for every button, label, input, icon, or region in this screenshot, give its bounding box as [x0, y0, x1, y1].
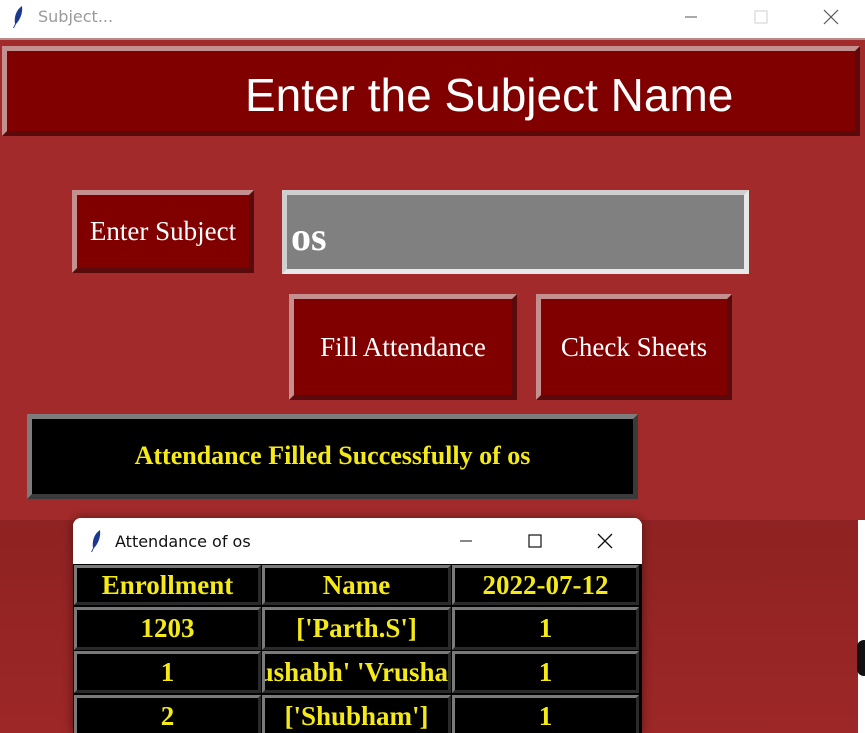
attendance-table: Enrollment Name 2022-07-12 1203 ['Parth.… [73, 564, 642, 733]
attendance-window-title: Attendance of os [115, 532, 251, 551]
subject-input[interactable]: os [282, 190, 749, 274]
column-header-enrollment: Enrollment [74, 565, 261, 605]
enter-subject-label: Enter Subject [72, 190, 254, 273]
feather-icon [12, 5, 23, 28]
status-message: Attendance Filled Successfully of os [134, 441, 531, 470]
attendance-title-bar[interactable]: Attendance of os [73, 518, 642, 564]
feather-icon [90, 529, 101, 552]
main-window: Enter the Subject Name Enter Subject os … [0, 38, 865, 520]
table-cell-enrollment[interactable]: 1 [74, 651, 261, 693]
minimize-icon [459, 534, 473, 548]
close-button[interactable] [808, 0, 854, 34]
header-title: Enter the Subject Name [245, 69, 734, 121]
maximize-icon [528, 534, 542, 548]
close-icon [823, 9, 839, 25]
check-sheets-button[interactable]: Check Sheets [536, 294, 732, 400]
fill-attendance-button[interactable]: Fill Attendance [289, 294, 517, 400]
table-cell-enrollment[interactable]: 2 [74, 695, 261, 733]
table-cell-name[interactable]: ['Parth.S'] [262, 607, 451, 650]
table-cell-attendance[interactable]: 1 [452, 651, 639, 693]
main-title-bar[interactable]: Subject... [0, 0, 865, 38]
table-cell-attendance[interactable]: 1 [452, 695, 639, 733]
header-banner: Enter the Subject Name [2, 46, 860, 136]
table-cell-attendance[interactable]: 1 [452, 607, 639, 650]
close-button[interactable] [582, 524, 628, 558]
maximize-icon [754, 10, 768, 24]
background-window-edge [858, 520, 865, 733]
status-message-box: Attendance Filled Successfully of os [27, 414, 638, 499]
minimize-button[interactable] [443, 524, 489, 558]
table-cell-name[interactable]: ['Shubham'] [262, 695, 451, 733]
column-header-date: 2022-07-12 [452, 565, 639, 605]
column-header-name: Name [262, 565, 451, 605]
table-cell-name[interactable]: 'Rushabh' 'Vrusha [262, 651, 451, 693]
table-cell-enrollment[interactable]: 1203 [74, 607, 261, 650]
attendance-window: Attendance of os Enrollment Name 2022-07… [73, 518, 642, 733]
subject-input-value: os [291, 214, 327, 259]
close-icon [597, 533, 613, 549]
window-title: Subject... [38, 7, 114, 26]
background-element [857, 640, 865, 676]
maximize-button[interactable] [512, 524, 558, 558]
minimize-icon [684, 10, 698, 24]
maximize-button[interactable] [738, 0, 784, 34]
minimize-button[interactable] [668, 0, 714, 34]
